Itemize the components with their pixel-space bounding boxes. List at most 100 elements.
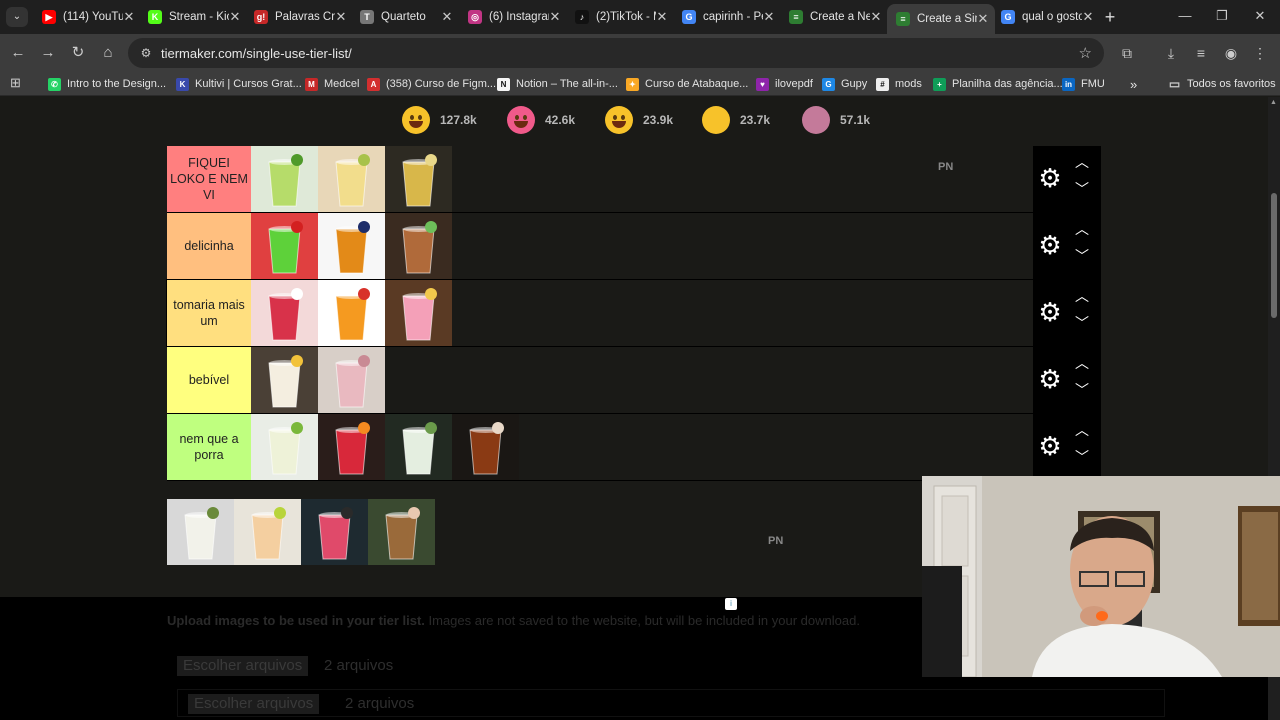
browser-tab[interactable]: ♪ (2)TikTok - Make✕: [566, 4, 674, 30]
browser-tab[interactable]: Gcapirinh - Pesquisa✕: [673, 4, 781, 30]
tab-close-icon[interactable]: ✕: [441, 9, 453, 25]
reaction-button[interactable]: 23.9k: [605, 105, 673, 135]
bookmark-item[interactable]: + Planilha das agência...: [933, 76, 1063, 92]
browser-tab[interactable]: ▶ (114) YouTube✕: [33, 4, 141, 30]
more-bookmarks-icon[interactable]: »: [1130, 76, 1137, 92]
drink-image-yellow-shots[interactable]: [385, 146, 452, 212]
new-tab-button[interactable]: +: [1100, 7, 1120, 27]
browser-tab[interactable]: K Stream - Kick✕: [139, 4, 247, 30]
bookmark-item[interactable]: M Medcel: [305, 76, 359, 92]
drink-image-martini[interactable]: [167, 499, 234, 565]
tier-label[interactable]: tomaria mais um: [166, 279, 252, 347]
bookmark-item[interactable]: in FMU: [1062, 76, 1105, 92]
move-tier-up-icon[interactable]: ︿: [1073, 356, 1091, 370]
bookmark-star-icon[interactable]: ☆: [1079, 44, 1092, 62]
profile-avatar-icon[interactable]: ◉: [1221, 43, 1241, 63]
move-tier-up-icon[interactable]: ︿: [1073, 155, 1091, 169]
extensions-icon[interactable]: ⧉: [1117, 43, 1137, 63]
drink-image-pineapple-shake[interactable]: [318, 146, 385, 212]
tier-settings-gear-icon[interactable]: ⚙: [1038, 232, 1062, 258]
ad-info-icon[interactable]: i: [725, 598, 737, 610]
drink-image-orange-juice-cup[interactable]: [234, 499, 301, 565]
apps-grid-icon[interactable]: ⊞: [10, 76, 24, 90]
bookmark-item[interactable]: A (358) Curso de Figm...: [367, 76, 496, 92]
media-control-icon[interactable]: ≡: [1191, 43, 1211, 63]
scroll-thumb[interactable]: [1271, 193, 1277, 318]
tab-close-icon[interactable]: ✕: [549, 9, 561, 25]
tab-close-icon[interactable]: ✕: [335, 9, 347, 25]
bookmark-item[interactable]: ✦ Curso de Atabaque...: [626, 76, 748, 92]
home-icon[interactable]: ⌂: [98, 43, 118, 63]
tier-label[interactable]: nem que a porra: [167, 414, 251, 480]
forward-icon[interactable]: →: [38, 43, 58, 63]
bookmark-item[interactable]: N Notion – The all-in-...: [497, 76, 618, 92]
reload-icon[interactable]: ↻: [68, 43, 88, 63]
browser-tab[interactable]: g! Palavras Cruzadas✕: [245, 4, 353, 30]
browser-tab[interactable]: ≡ Create a Single✕: [887, 4, 995, 34]
move-tier-down-icon[interactable]: ﹀: [1073, 182, 1091, 196]
restore-icon[interactable]: ❐: [1214, 8, 1230, 24]
tier-settings-gear-icon[interactable]: ⚙: [1038, 165, 1062, 191]
tier-label[interactable]: delicinha: [167, 213, 251, 279]
bookmark-item[interactable]: G Gupy: [822, 76, 867, 92]
browser-tab[interactable]: ◎ (6) Instagram✕: [459, 4, 567, 30]
tier-settings-gear-icon[interactable]: ⚙: [1038, 366, 1062, 392]
tier-label[interactable]: bebível: [167, 347, 251, 413]
tab-close-icon[interactable]: ✕: [977, 11, 989, 27]
url-text[interactable]: tiermaker.com/single-use-tier-list/: [161, 46, 352, 61]
back-icon[interactable]: ←: [8, 43, 28, 63]
drink-image-pink-cocktail[interactable]: [385, 280, 452, 346]
drink-image-strawberry-frozen[interactable]: [251, 280, 318, 346]
drink-image-old-fashioned[interactable]: [452, 414, 519, 480]
all-bookmarks-button[interactable]: ▭ Todos os favoritos: [1168, 76, 1276, 92]
reaction-button[interactable]: 23.7k: [702, 105, 770, 135]
drink-image-tequila-sunrise[interactable]: [318, 280, 385, 346]
browser-tab[interactable]: T Quarteto ✕: [351, 4, 459, 30]
drink-image-lime-mojito[interactable]: [251, 146, 318, 212]
download-icon[interactable]: ⤓: [1161, 43, 1181, 63]
move-tier-up-icon[interactable]: ︿: [1073, 289, 1091, 303]
tab-close-icon[interactable]: ✕: [870, 9, 882, 25]
move-tier-up-icon[interactable]: ︿: [1073, 222, 1091, 236]
menu-icon[interactable]: ⋮: [1250, 43, 1270, 63]
move-tier-down-icon[interactable]: ﹀: [1073, 316, 1091, 330]
drink-image-pink-frozen-glasses[interactable]: [318, 347, 385, 413]
site-info-icon[interactable]: ⚙: [138, 45, 154, 61]
drink-image-whiskey-hand[interactable]: [368, 499, 435, 565]
drink-image-mule-copper-mug[interactable]: [385, 213, 452, 279]
drink-image-gin-tonic[interactable]: [385, 414, 452, 480]
drink-image-margarita[interactable]: [251, 414, 318, 480]
reaction-button[interactable]: 57.1k: [802, 105, 870, 135]
tab-close-icon[interactable]: ✕: [229, 9, 241, 25]
tier-settings-gear-icon[interactable]: ⚙: [1038, 299, 1062, 325]
tab-close-icon[interactable]: ✕: [123, 9, 135, 25]
bookmark-item[interactable]: # mods: [876, 76, 922, 92]
choose-files-button[interactable]: Escolher arquivos: [177, 656, 309, 676]
drink-image-green-red-cups[interactable]: [251, 213, 318, 279]
bookmark-item[interactable]: ♥ ilovepdf: [756, 76, 813, 92]
drink-image-negroni-orange[interactable]: [318, 414, 385, 480]
tab-close-icon[interactable]: ✕: [656, 9, 668, 25]
drink-image-liquor-bottle[interactable]: [318, 213, 385, 279]
scroll-up-icon[interactable]: ▲: [1270, 99, 1277, 106]
move-tier-down-icon[interactable]: ﹀: [1073, 450, 1091, 464]
browser-tab[interactable]: ≡ Create a New Tier✕: [780, 4, 888, 30]
tab-close-icon[interactable]: ✕: [1082, 9, 1094, 25]
bookmark-item[interactable]: K Kultivi | Cursos Grat...: [176, 76, 302, 92]
reaction-button[interactable]: 127.8k: [402, 105, 477, 135]
drink-image-pina-colada[interactable]: [251, 347, 318, 413]
choose-files-button-2[interactable]: Escolher arquivos: [188, 694, 320, 714]
address-bar[interactable]: ⚙ tiermaker.com/single-use-tier-list/ ☆: [128, 38, 1104, 68]
bookmark-item[interactable]: ✆ Intro to the Design...: [48, 76, 166, 92]
tab-close-icon[interactable]: ✕: [763, 9, 775, 25]
drink-image-red-cocktail-straw[interactable]: [301, 499, 368, 565]
minimize-icon[interactable]: —: [1177, 8, 1193, 24]
reaction-button[interactable]: 42.6k: [507, 105, 575, 135]
browser-tab[interactable]: Gqual o gosto ✕: [992, 4, 1100, 30]
tier-label[interactable]: FIQUEI LOKO E NEM VI: [167, 146, 251, 212]
close-window-icon[interactable]: ✕: [1252, 8, 1268, 24]
tab-search-button[interactable]: ⌄: [6, 7, 28, 27]
move-tier-down-icon[interactable]: ﹀: [1073, 383, 1091, 397]
tier-settings-gear-icon[interactable]: ⚙: [1038, 433, 1062, 459]
move-tier-down-icon[interactable]: ﹀: [1073, 249, 1091, 263]
